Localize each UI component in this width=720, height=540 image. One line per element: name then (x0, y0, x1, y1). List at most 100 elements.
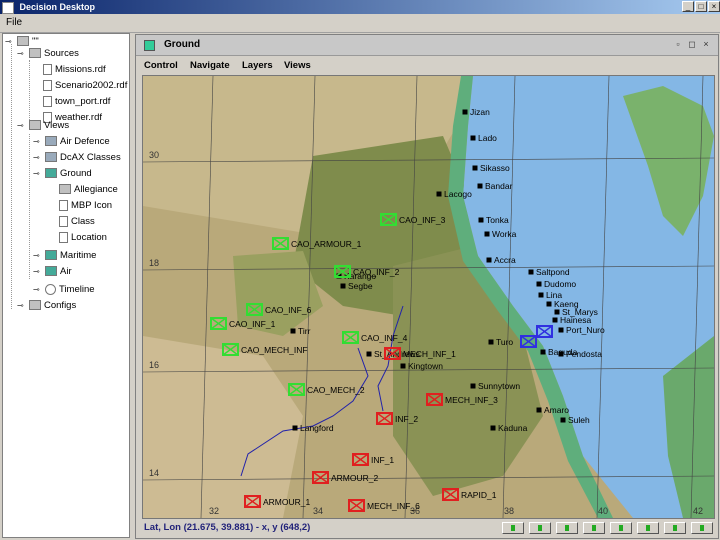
town-marker[interactable] (484, 231, 490, 237)
tree-item-class[interactable]: Class (59, 214, 95, 230)
expand-icon[interactable]: ⊸ (33, 252, 41, 260)
frame-close-icon[interactable]: × (700, 38, 712, 50)
town-marker[interactable] (462, 109, 468, 115)
frame-minimize-icon[interactable]: ▫ (672, 38, 684, 50)
tree-item-scenario[interactable]: Scenario2002.rdf (43, 78, 127, 94)
lon-label: 38 (504, 506, 514, 516)
tree-node-views[interactable]: ⊸ Views (17, 118, 69, 134)
town-label: Dudomo (544, 279, 576, 289)
menubar: File (0, 14, 720, 33)
tree-item-allegiance[interactable]: Allegiance (59, 182, 118, 198)
lat-label: 16 (149, 360, 159, 370)
town-marker[interactable] (477, 183, 483, 189)
town-marker[interactable] (554, 309, 560, 315)
town-marker[interactable] (470, 383, 476, 389)
collapse-icon[interactable]: ⊸ (33, 170, 41, 178)
town-marker[interactable] (528, 269, 534, 275)
tree-item-ground[interactable]: ⊸ Ground (33, 166, 92, 182)
status-toggle-button[interactable] (664, 522, 686, 534)
layer-icon (45, 136, 57, 147)
status-toggle-button[interactable] (583, 522, 605, 534)
lat-label: 30 (149, 150, 159, 160)
expand-icon[interactable]: ⊸ (33, 268, 41, 276)
status-toggle-button[interactable] (637, 522, 659, 534)
status-toggle-button[interactable] (691, 522, 713, 534)
folder-icon (29, 120, 41, 131)
lon-label: 40 (598, 506, 608, 516)
town-marker[interactable] (486, 257, 492, 263)
town-marker[interactable] (470, 135, 476, 141)
frame-titlebar: Ground ▫ ◻ × (136, 35, 718, 56)
tree-item-timeline[interactable]: ⊸ Timeline (33, 282, 95, 298)
tree-item-location[interactable]: Location (59, 230, 107, 246)
town-marker[interactable] (400, 363, 406, 369)
tree-item-air-defence[interactable]: ⊸ Air Defence (33, 134, 110, 150)
menu-control[interactable]: Control (144, 60, 178, 71)
town-marker[interactable] (536, 407, 542, 413)
town-marker[interactable] (536, 281, 542, 287)
minimize-button[interactable]: _ (682, 1, 694, 12)
unit-label: RAPID_1 (461, 490, 497, 500)
tree-item-dcax-classes[interactable]: ⊸ DcAX Classes (33, 150, 121, 166)
menu-views[interactable]: Views (284, 60, 311, 71)
menu-navigate[interactable]: Navigate (190, 60, 230, 71)
menu-file[interactable]: File (6, 17, 22, 28)
maximize-button[interactable]: □ (695, 1, 707, 12)
close-button[interactable]: × (708, 1, 720, 12)
tree-item-town-port[interactable]: town_port.rdf (43, 94, 110, 110)
tree-panel: ⊸ "" ⊸ Sources Missions.rdf Scenario2002… (2, 33, 130, 538)
town-marker[interactable] (488, 339, 494, 345)
tree-item-air[interactable]: ⊸ Air (33, 264, 72, 280)
tree-node-sources[interactable]: ⊸ Sources (17, 46, 79, 62)
menu-layers[interactable]: Layers (242, 60, 273, 71)
map-view[interactable]: 30 18 16 14 32 34 36 38 40 42 Jizan Lado S… (142, 75, 715, 519)
lon-label: 42 (693, 506, 703, 516)
status-bar: Lat, Lon (21.675, 39.881) - x, y (648,2) (142, 520, 715, 538)
file-icon (43, 63, 52, 75)
map-canvas[interactable]: 30 18 16 14 32 34 36 38 40 42 JizanLadoS… (143, 76, 714, 518)
ground-frame: Ground ▫ ◻ × Control Navigate Layers Vie… (135, 34, 719, 539)
collapse-icon[interactable]: ⊸ (17, 50, 25, 58)
town-label: Lacogo (444, 189, 472, 199)
frame-maximize-icon[interactable]: ◻ (686, 38, 698, 50)
expand-icon[interactable]: ⊸ (33, 286, 41, 294)
tree-node-configs[interactable]: ⊸ Configs (17, 298, 76, 314)
collapse-icon[interactable]: ⊸ (17, 122, 25, 130)
unit-label: INF_2 (395, 414, 418, 424)
lon-label: 32 (209, 506, 219, 516)
town-marker[interactable] (560, 417, 566, 423)
town-marker[interactable] (490, 425, 496, 431)
town-marker[interactable] (538, 292, 544, 298)
town-label: Worka (492, 229, 517, 239)
town-marker[interactable] (478, 217, 484, 223)
status-toggle-button[interactable] (610, 522, 632, 534)
town-marker[interactable] (552, 317, 558, 323)
status-toggle-button[interactable] (529, 522, 551, 534)
town-marker[interactable] (540, 349, 546, 355)
expand-icon[interactable]: ⊸ (33, 138, 41, 146)
expand-icon[interactable]: ⊸ (17, 302, 25, 310)
town-marker[interactable] (290, 328, 296, 334)
lat-label: 14 (149, 468, 159, 478)
tree-item-mbp-icon[interactable]: MBP Icon (59, 198, 112, 214)
town-marker[interactable] (366, 351, 372, 357)
town-label: Sunnytown (478, 381, 520, 391)
layer-icon (144, 40, 155, 51)
town-marker[interactable] (558, 351, 564, 357)
status-toggle-button[interactable] (502, 522, 524, 534)
status-toggle-button[interactable] (556, 522, 578, 534)
tree-item-maritime[interactable]: ⊸ Maritime (33, 248, 96, 264)
expand-icon[interactable]: ⊸ (5, 38, 13, 46)
layer-icon (45, 250, 57, 261)
expand-icon[interactable]: ⊸ (33, 154, 41, 162)
unit-label: ARMOUR_2 (331, 473, 379, 483)
town-marker[interactable] (436, 191, 442, 197)
town-marker[interactable] (472, 165, 478, 171)
unit-label: CAO_MECH_INF (241, 345, 308, 355)
unit-label: CAO_INF_3 (399, 215, 446, 225)
town-marker[interactable] (558, 327, 564, 333)
town-marker[interactable] (340, 283, 346, 289)
town-marker[interactable] (546, 301, 552, 307)
tree-item-missions[interactable]: Missions.rdf (43, 62, 106, 78)
town-marker[interactable] (292, 425, 298, 431)
